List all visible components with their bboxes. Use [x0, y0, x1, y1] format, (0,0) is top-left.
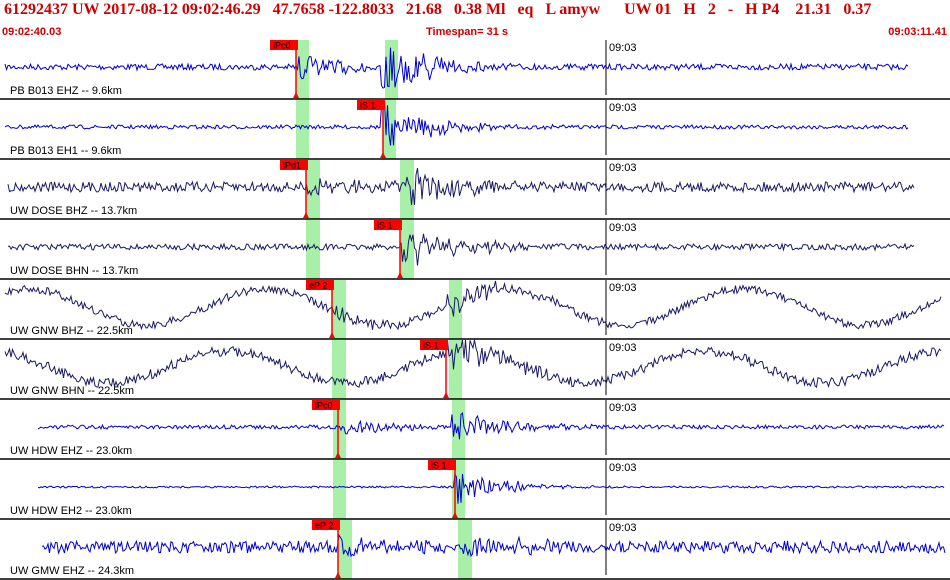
pick-label: eP 2 [309, 281, 327, 291]
pick-triangle [443, 392, 449, 398]
pick-label: iS 1 [423, 341, 439, 351]
waveform [7, 167, 915, 206]
phase-window [296, 100, 309, 159]
trace-row[interactable]: 09:03 iS 1 UW GNW BHN -- 22.5km [0, 339, 950, 400]
station-label: UW GMW EHZ -- 24.3km [10, 565, 134, 577]
phase-window [332, 340, 346, 399]
pick-label: iS 1 [360, 101, 376, 111]
waveform [42, 533, 946, 558]
trace-stack[interactable]: 09:03 iPc0 PB B013 EHZ -- 9.6km 09:03 iS 1 PB… [0, 39, 950, 580]
station-label: UW GNW BHZ -- 22.5km [10, 325, 133, 337]
phase-window [400, 220, 414, 279]
trace-row[interactable]: 09:03 iPc0 UW HDW EHZ -- 23.0km [0, 400, 950, 460]
phase-window [306, 160, 320, 219]
phase-window [332, 280, 346, 339]
trace-row[interactable]: 09:03 iPc0 PB B013 EHZ -- 9.6km [0, 40, 950, 100]
minute-label: 09:03 [609, 462, 637, 474]
waveform [7, 233, 915, 266]
event-header: 61292437 UW 2017-08-12 09:02:46.29 47.76… [0, 0, 950, 26]
phase-window [306, 220, 320, 279]
trace-row[interactable]: 09:03 iS 1 UW HDW EH2 -- 23.0km [0, 460, 950, 520]
minute-label: 09:03 [609, 102, 637, 114]
waveform [4, 99, 909, 146]
station-label: UW GNW BHN -- 22.5km [10, 385, 134, 397]
trace-row[interactable]: 09:03 iPd1 UW DOSE BHZ -- 13.7km [0, 160, 950, 220]
minute-label: 09:03 [609, 42, 637, 54]
trace-row[interactable]: 09:03 iS 1 UW DOSE BHN -- 13.7km [0, 220, 950, 280]
minute-label: 09:03 [609, 342, 637, 354]
station-label: PB B013 EHZ -- 9.6km [10, 85, 122, 97]
waveform [4, 339, 942, 389]
minute-label: 09:03 [609, 522, 637, 534]
end-time: 09:03:11.41 [888, 26, 947, 38]
waveform [37, 471, 945, 504]
minute-label: 09:03 [609, 282, 637, 294]
start-time: 09:02:40.03 [2, 26, 62, 38]
phase-window [400, 160, 414, 219]
pick-label: iPc0 [273, 41, 291, 51]
station-label: UW DOSE BHN -- 13.7km [10, 265, 138, 277]
minute-label: 09:03 [609, 162, 637, 174]
minute-label: 09:03 [609, 402, 637, 414]
pick-label: iS 1 [431, 461, 447, 471]
phase-window [333, 460, 346, 519]
event-summary: 61292437 UW 2017-08-12 09:02:46.29 47.76… [4, 1, 872, 18]
trace-row[interactable]: 09:03 iS 1 PB B013 EH1 -- 9.6km [0, 99, 950, 160]
pick-label: iPd1 [283, 161, 301, 171]
station-label: UW DOSE BHZ -- 13.7km [10, 205, 137, 217]
minute-label: 09:03 [609, 222, 637, 234]
trace-row[interactable]: 09:03 eP 2 UW GNW BHZ -- 22.5km [0, 280, 950, 340]
seismogram-panel[interactable]: 09:03 iPc0 PB B013 EHZ -- 9.6km 09:03 iS 1 PB… [0, 39, 950, 580]
timespan-label: Timespan= 31 s [426, 26, 509, 38]
waveform [4, 280, 942, 331]
station-label: PB B013 EH1 -- 9.6km [10, 145, 121, 157]
station-label: UW HDW EH2 -- 23.0km [10, 505, 132, 517]
waveform [4, 47, 909, 89]
pick-label: iPc0 [315, 401, 333, 411]
pick-label: eP 2 [315, 521, 333, 531]
trace-row[interactable]: 09:03 eP 2 UW GMW EHZ -- 24.3km [0, 520, 950, 580]
waveform [37, 411, 945, 440]
station-label: UW HDW EHZ -- 23.0km [10, 445, 132, 457]
pick-label: iS 1 [377, 221, 393, 231]
